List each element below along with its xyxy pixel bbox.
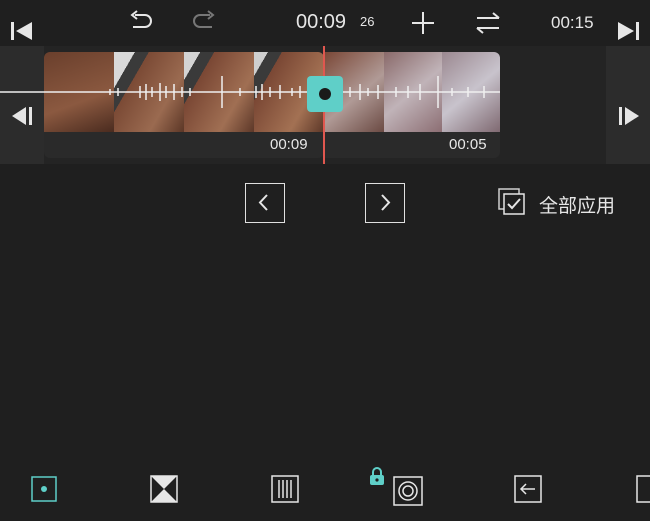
checkbox-checked-icon: [498, 188, 526, 216]
slide-left-icon[interactable]: [514, 474, 544, 504]
total-time: 00:15: [551, 13, 594, 32]
top-toolbar: 00:09 26 00:15: [0, 0, 650, 46]
swap-icon[interactable]: [474, 11, 502, 35]
skip-to-end-icon[interactable]: [616, 20, 640, 42]
next-frame-icon[interactable]: [617, 106, 641, 126]
skip-to-start-icon[interactable]: [10, 20, 34, 42]
apply-all-toggle[interactable]: 全部应用: [498, 188, 628, 218]
target-circle-icon[interactable]: [393, 476, 423, 506]
undo-icon[interactable]: [127, 10, 155, 34]
chevron-right-icon: [381, 194, 391, 211]
lock-icon: [368, 466, 386, 486]
stripes-icon[interactable]: [271, 474, 299, 504]
keyframe-dot: [319, 88, 331, 100]
timeline-track[interactable]: 00:09 00:05: [0, 46, 650, 164]
keyframe-dot-icon[interactable]: [30, 474, 58, 504]
redo-icon[interactable]: [190, 10, 218, 34]
hourglass-icon[interactable]: [150, 474, 178, 504]
next-frame-area[interactable]: [606, 46, 650, 164]
current-frame: 26: [360, 14, 375, 29]
square-partial-icon[interactable]: [636, 474, 650, 504]
chevron-left-icon: [258, 194, 268, 211]
previous-keyframe-button[interactable]: [245, 183, 285, 223]
current-time: 00:09: [296, 11, 347, 33]
clip-2-duration: 00:05: [449, 136, 487, 153]
add-icon[interactable]: [410, 10, 436, 36]
next-keyframe-button[interactable]: [365, 183, 405, 223]
audio-waveform: [0, 76, 500, 108]
clip-1-duration: 00:09: [270, 136, 308, 153]
keyframe-marker[interactable]: [307, 76, 343, 112]
apply-all-label: 全部应用: [539, 195, 616, 217]
